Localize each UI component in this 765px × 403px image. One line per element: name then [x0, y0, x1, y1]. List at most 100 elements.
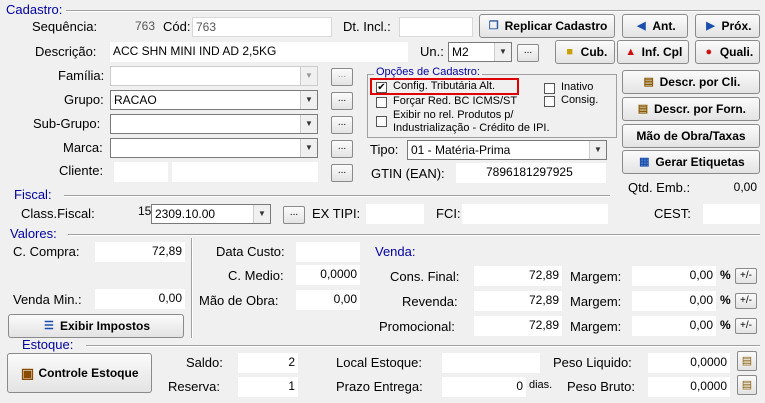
- gerar-etiquetas-button[interactable]: ▦ Gerar Etiquetas: [622, 150, 760, 174]
- estoque-section-label: Estoque:: [22, 337, 74, 352]
- descr-por-cliente-button[interactable]: ▤ Descr. por Cli.: [622, 70, 760, 94]
- c-compra-field[interactable]: 72,89: [95, 242, 185, 262]
- controle-estoque-button[interactable]: ▣ Controle Estoque: [7, 353, 152, 393]
- class-fiscal-lookup-button[interactable]: ...: [283, 206, 305, 224]
- grupo-select[interactable]: RACAO ▼: [110, 90, 318, 110]
- config-tributaria-checkbox[interactable]: ✔: [376, 82, 387, 93]
- config-tributaria-label: Config. Tributária Alt.: [393, 80, 496, 92]
- cliente-code-field[interactable]: [114, 162, 168, 182]
- peso-bruto-label: Peso Bruto:: [567, 379, 635, 394]
- margem-promocional-percent: %: [720, 318, 731, 332]
- fiscal-divider: [64, 195, 610, 197]
- medal-icon: ●: [705, 46, 713, 58]
- cons-final-label: Cons. Final:: [390, 269, 460, 284]
- peso-liquido-clipboard-icon[interactable]: ▤: [737, 351, 757, 371]
- proximo-button[interactable]: ▶ Próx.: [695, 14, 760, 38]
- grupo-lookup-button[interactable]: ...: [331, 92, 353, 110]
- exibir-impostos-button[interactable]: ☰ Exibir Impostos: [8, 314, 184, 338]
- inf-cpl-button[interactable]: ▲ Inf. Cpl: [617, 40, 689, 64]
- local-estoque-field[interactable]: [442, 353, 540, 373]
- estoque-divider: [86, 345, 760, 347]
- inativo-checkbox[interactable]: [544, 83, 555, 94]
- revenda-label: Revenda:: [402, 294, 458, 309]
- qtd-emb-field: 0,00: [733, 180, 757, 194]
- opcoes-group-title: Opções de Cadastro:: [374, 66, 482, 78]
- forcar-red-label: Forçar Red. BC ICMS/ST: [393, 95, 518, 107]
- marca-lookup-button[interactable]: ...: [331, 140, 353, 158]
- arrow-left-icon: ◀: [637, 20, 646, 32]
- c-medio-label: C. Medio:: [228, 268, 284, 283]
- unidade-select[interactable]: M2 ▼: [448, 42, 512, 62]
- cod-field[interactable]: 763: [192, 17, 332, 37]
- gtin-field[interactable]: 7896181297925: [456, 163, 606, 183]
- data-custo-field[interactable]: [296, 242, 360, 262]
- dt-incl-field[interactable]: [399, 17, 473, 37]
- mao-de-obra-label: Mão de Obra:: [199, 293, 279, 308]
- cliente-lookup-button[interactable]: ...: [331, 164, 353, 182]
- gtin-label: GTIN (EAN):: [371, 166, 445, 181]
- dt-incl-label: Dt. Incl.:: [343, 19, 391, 34]
- reserva-field[interactable]: 1: [238, 377, 298, 397]
- familia-select[interactable]: ▼: [110, 66, 318, 86]
- mao-de-obra-field[interactable]: 0,00: [296, 290, 360, 310]
- venda-label: Venda:: [375, 244, 416, 259]
- descr-por-fornecedor-button[interactable]: ▤ Descr. por Forn.: [622, 97, 760, 121]
- prazo-entrega-field[interactable]: 0: [442, 377, 526, 397]
- promocional-field[interactable]: 72,89: [474, 316, 562, 336]
- revenda-field[interactable]: 72,89: [474, 291, 562, 311]
- mao-de-obra-taxas-button[interactable]: Mão de Obra/Taxas: [622, 124, 760, 148]
- margem-consfinal-toggle-button[interactable]: +/-: [735, 268, 757, 284]
- qualidade-button[interactable]: ● Quali.: [695, 40, 760, 64]
- cubagem-button[interactable]: ■ Cub.: [555, 40, 615, 64]
- marca-label: Marca:: [63, 140, 103, 155]
- margem-revenda-field[interactable]: 0,00: [632, 291, 716, 311]
- fci-label: FCI:: [436, 206, 461, 221]
- cest-field[interactable]: [703, 204, 760, 224]
- saldo-field[interactable]: 2: [238, 353, 298, 373]
- peso-bruto-field[interactable]: 0,0000: [648, 377, 730, 397]
- chevron-down-icon: ▼: [494, 43, 511, 61]
- familia-lookup-button[interactable]: ...: [331, 68, 353, 86]
- replicar-cadastro-button[interactable]: ❐ Replicar Cadastro: [479, 14, 615, 38]
- margem-promocional-toggle-button[interactable]: +/-: [735, 318, 757, 334]
- margem-consfinal-field[interactable]: 0,00: [632, 266, 716, 286]
- fiscal-section-label: Fiscal:: [14, 187, 52, 202]
- subgrupo-select[interactable]: ▼: [110, 114, 318, 134]
- clipboard-icon: ▤: [643, 76, 654, 88]
- peso-bruto-clipboard-icon[interactable]: ▤: [737, 375, 757, 395]
- marca-select[interactable]: ▼: [110, 138, 318, 158]
- peso-liquido-field[interactable]: 0,0000: [648, 353, 730, 373]
- valores-section-label: Valores:: [10, 226, 57, 241]
- local-estoque-label: Local Estoque:: [336, 355, 423, 370]
- cliente-name-field[interactable]: [172, 162, 318, 182]
- exibir-rel-checkbox[interactable]: [376, 116, 387, 127]
- c-medio-field[interactable]: 0,0000: [296, 265, 360, 285]
- class-fiscal-select[interactable]: 2309.10.00 ▼: [151, 204, 271, 224]
- ex-tipi-field[interactable]: [366, 204, 424, 224]
- venda-min-label: Venda Min.:: [13, 292, 82, 307]
- cliente-label: Cliente:: [59, 163, 104, 178]
- margem-revenda-toggle-button[interactable]: +/-: [735, 293, 757, 309]
- promocional-label: Promocional:: [379, 319, 455, 334]
- sequencia-field: 763: [134, 19, 155, 33]
- tipo-select[interactable]: 01 - Matéria-Prima ▼: [407, 140, 607, 160]
- qtd-emb-label: Qtd. Emb.:: [628, 180, 691, 195]
- anterior-button[interactable]: ◀ Ant.: [622, 14, 688, 38]
- chevron-down-icon: ▼: [589, 141, 606, 159]
- margem-consfinal-label: Margem:: [570, 269, 622, 284]
- chevron-down-icon: ▼: [253, 205, 270, 223]
- margem-promocional-field[interactable]: 0,00: [632, 316, 716, 336]
- forcar-red-checkbox[interactable]: [376, 97, 387, 108]
- descricao-field[interactable]: ACC SHN MINI IND AD 2,5KG: [110, 42, 408, 62]
- tipo-label: Tipo:: [370, 142, 399, 157]
- fci-field[interactable]: [462, 204, 608, 224]
- subgrupo-lookup-button[interactable]: ...: [331, 116, 353, 134]
- valores-vertical-divider: [191, 238, 193, 338]
- cod-label: Cód:: [163, 19, 191, 34]
- unidade-lookup-button[interactable]: ...: [517, 44, 539, 62]
- venda-min-field[interactable]: 0,00: [95, 289, 185, 309]
- exibir-rel-label: Exibir no rel. Produtos p/Industrializaç…: [393, 109, 550, 134]
- consig-checkbox[interactable]: [544, 96, 555, 107]
- descricao-label: Descrição:: [35, 44, 97, 59]
- cons-final-field[interactable]: 72,89: [474, 266, 562, 286]
